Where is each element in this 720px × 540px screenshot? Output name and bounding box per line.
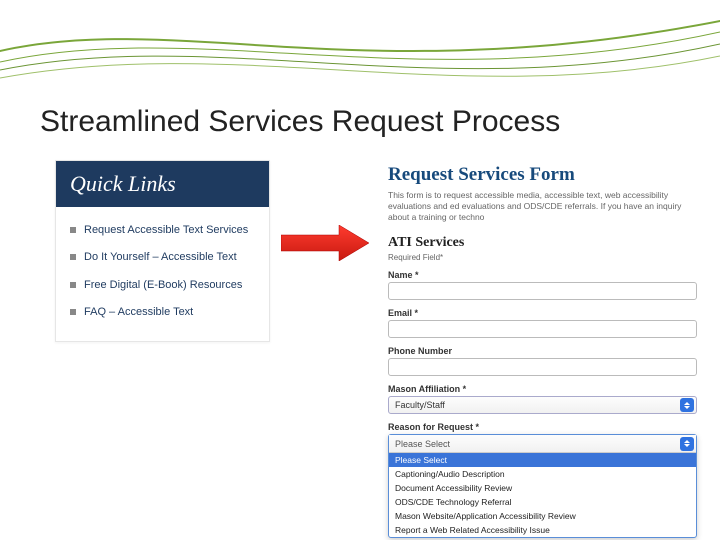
field-email: Email * [388, 308, 697, 338]
reason-option[interactable]: Captioning/Audio Description [389, 467, 696, 481]
slide-title: Streamlined Services Request Process [40, 105, 560, 139]
request-form-panel: Request Services Form This form is to re… [380, 160, 705, 540]
reason-options-list: Please Select Captioning/Audio Descripti… [389, 453, 696, 537]
required-note: Required Field* [388, 253, 697, 262]
reason-selected-box[interactable]: Please Select [389, 435, 696, 453]
arrow-right-icon [281, 225, 369, 261]
select-stepper-icon [680, 398, 694, 412]
form-title: Request Services Form [388, 164, 697, 186]
reason-option[interactable]: Report a Web Related Accessibility Issue [389, 523, 696, 537]
quicklink-label: Free Digital (E-Book) Resources [84, 278, 242, 293]
reason-option[interactable]: Please Select [389, 453, 696, 467]
reason-option[interactable]: ODS/CDE Technology Referral [389, 495, 696, 509]
reason-label: Reason for Request * [388, 422, 697, 432]
email-label: Email * [388, 308, 697, 318]
quicklinks-panel: Quick Links Request Accessible Text Serv… [55, 160, 270, 342]
quicklink-label: FAQ – Accessible Text [84, 305, 193, 320]
field-reason: Reason for Request * Please Select Pleas… [388, 422, 697, 538]
phone-label: Phone Number [388, 346, 697, 356]
phone-input[interactable] [388, 358, 697, 376]
arrow-column [280, 160, 370, 540]
form-section-title: ATI Services [388, 235, 697, 251]
reason-option[interactable]: Mason Website/Application Accessibility … [389, 509, 696, 523]
reason-value: Please Select [395, 439, 450, 449]
quicklink-item[interactable]: Request Accessible Text Services [70, 217, 255, 244]
bullet-icon [70, 227, 76, 233]
form-intro: This form is to request accessible media… [388, 190, 697, 223]
name-label: Name * [388, 270, 697, 280]
quicklink-label: Do It Yourself – Accessible Text [84, 250, 237, 265]
affiliation-label: Mason Affiliation * [388, 384, 697, 394]
field-name: Name * [388, 270, 697, 300]
quicklinks-header: Quick Links [56, 161, 269, 207]
name-input[interactable] [388, 282, 697, 300]
email-input[interactable] [388, 320, 697, 338]
bullet-icon [70, 282, 76, 288]
decorative-wave [0, 0, 720, 100]
select-stepper-icon [680, 437, 694, 451]
quicklinks-list: Request Accessible Text Services Do It Y… [56, 207, 269, 341]
field-phone: Phone Number [388, 346, 697, 376]
affiliation-select[interactable]: Faculty/Staff [388, 396, 697, 414]
reason-option[interactable]: Document Accessibility Review [389, 481, 696, 495]
field-affiliation: Mason Affiliation * Faculty/Staff [388, 384, 697, 414]
reason-select-open[interactable]: Please Select Please Select Captioning/A… [388, 434, 697, 538]
quicklink-label: Request Accessible Text Services [84, 223, 248, 238]
bullet-icon [70, 309, 76, 315]
bullet-icon [70, 254, 76, 260]
quicklink-item[interactable]: Do It Yourself – Accessible Text [70, 244, 255, 271]
affiliation-value: Faculty/Staff [395, 400, 445, 410]
quicklink-item[interactable]: FAQ – Accessible Text [70, 299, 255, 326]
quicklink-item[interactable]: Free Digital (E-Book) Resources [70, 272, 255, 299]
content-area: Quick Links Request Accessible Text Serv… [55, 160, 705, 540]
